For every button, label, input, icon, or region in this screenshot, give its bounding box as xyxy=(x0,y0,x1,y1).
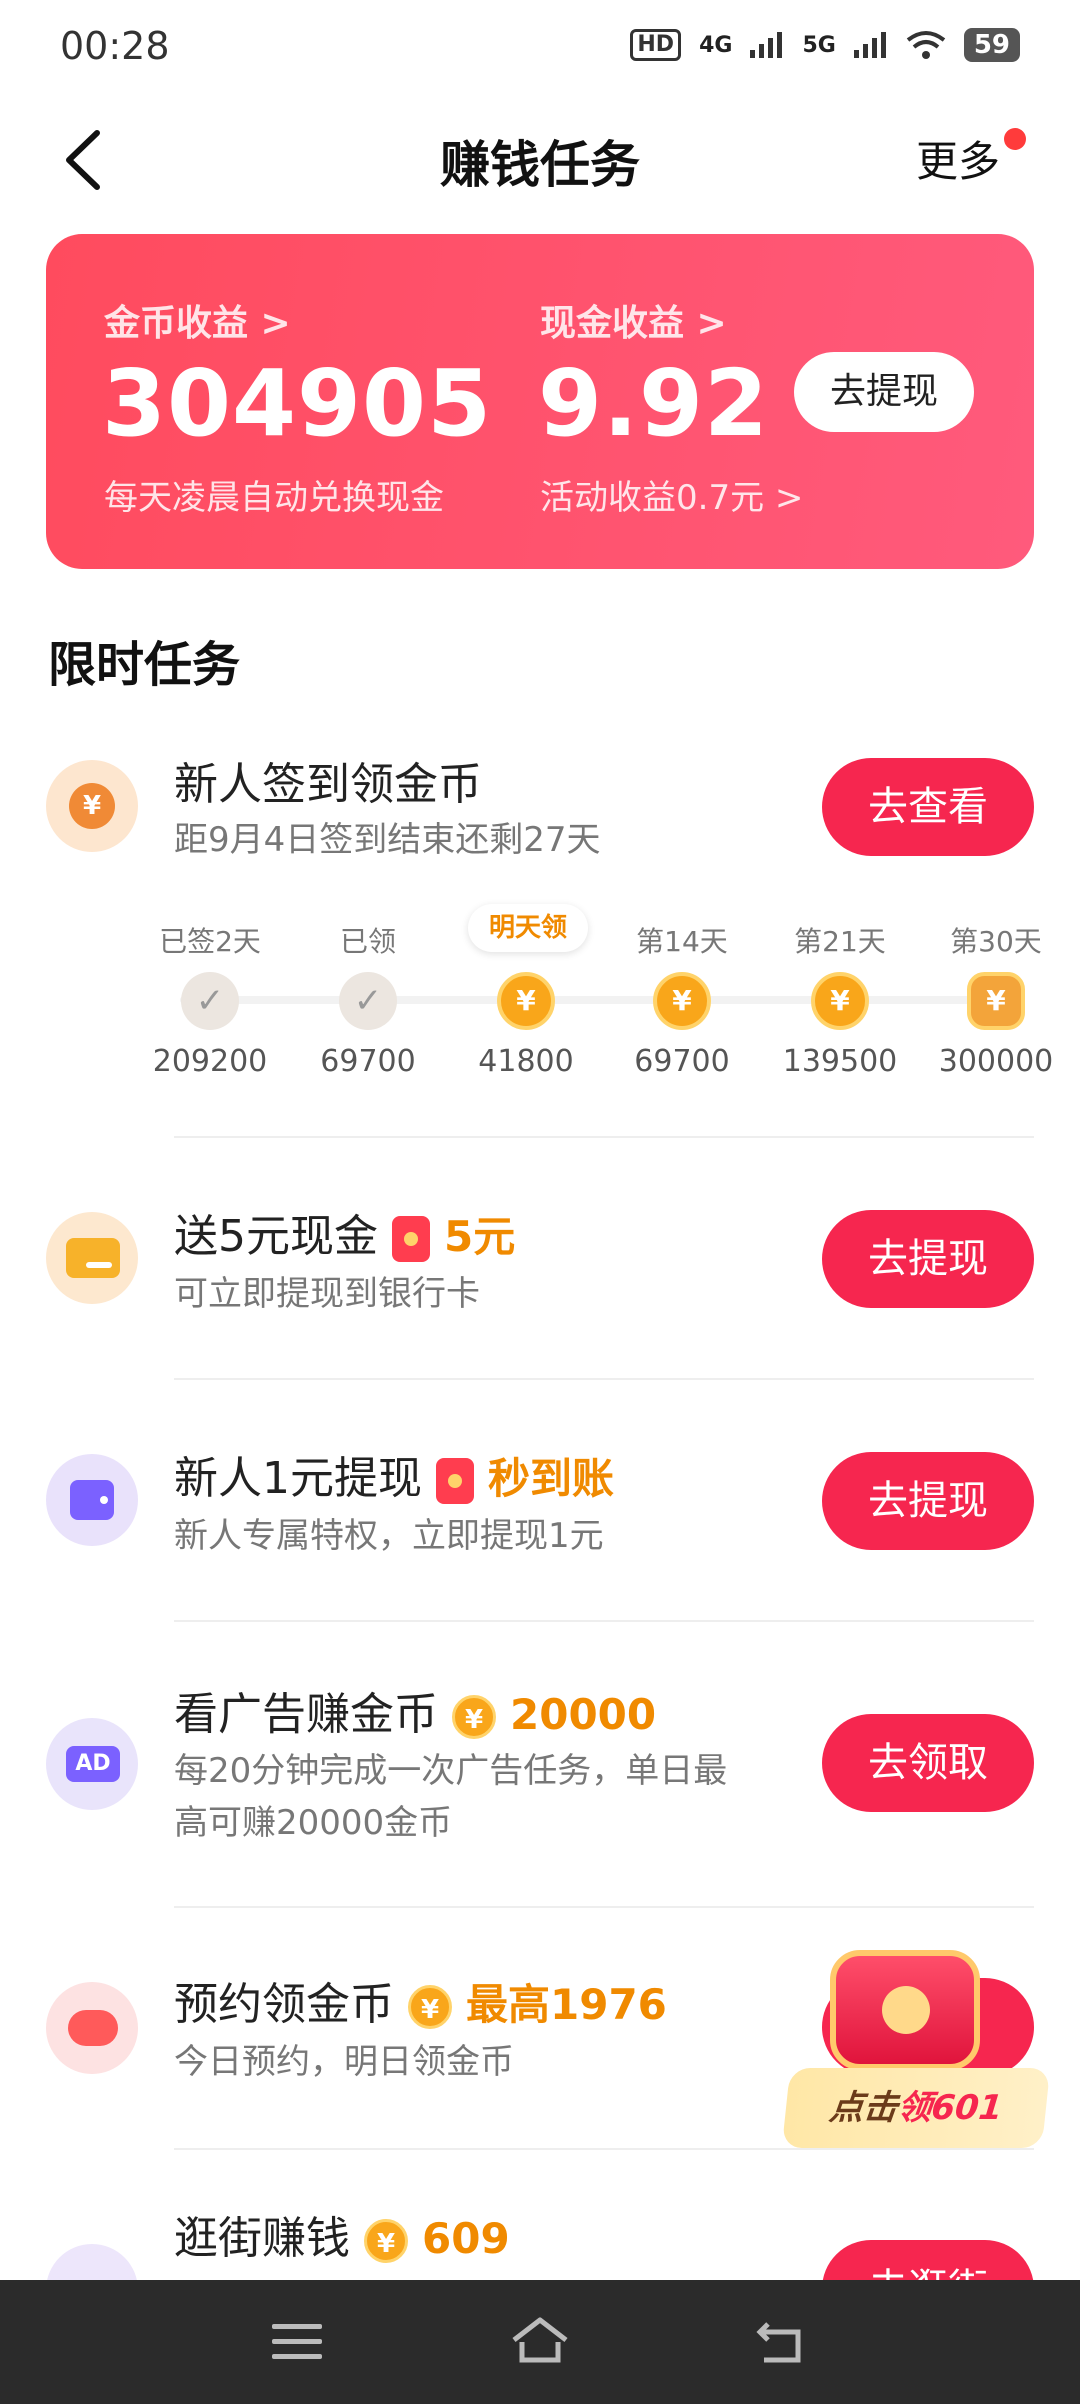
red-packet-icon xyxy=(392,1216,430,1262)
battery-icon: 59 xyxy=(963,28,1020,62)
divider xyxy=(174,1136,1034,1138)
coin-earnings-note: 每天凌晨自动兑换现金 xyxy=(104,478,444,518)
task-title: 逛街赚钱 ¥ 609 xyxy=(174,2213,510,2264)
more-button[interactable]: 更多 xyxy=(916,128,1000,189)
status-icons: HD 4G 5G 59 xyxy=(630,28,1020,62)
hd-icon: HD xyxy=(630,29,682,61)
signal-bars-icon-2 xyxy=(853,32,886,58)
task-title: 送5元现金 5元 xyxy=(174,1211,516,1262)
task-subtitle: 可立即提现到银行卡 xyxy=(174,1274,480,1314)
step-value: 69700 xyxy=(320,1044,416,1079)
back-nav-icon[interactable] xyxy=(754,2318,808,2366)
signin-title: 新人签到领金币 xyxy=(174,759,482,810)
earnings-card: 金币收益 > 304905 每天凌晨自动兑换现金 现金收益 > 9.92 活动收… xyxy=(46,234,1034,569)
treasure-chest-icon[interactable] xyxy=(820,1930,990,2080)
step-label xyxy=(446,920,606,960)
step-value: 209200 xyxy=(152,1044,268,1079)
signin-step: 第14天 ¥ 69700 xyxy=(602,920,762,1079)
home-icon[interactable] xyxy=(510,2316,570,2366)
coin-icon: ¥ xyxy=(653,972,711,1030)
check-icon: ✓ xyxy=(339,972,397,1030)
divider xyxy=(174,2148,1034,2150)
task-subtitle: 新人专属特权，立即提现1元 xyxy=(174,1516,604,1556)
coin-icon: ¥ xyxy=(811,972,869,1030)
claim-button[interactable]: 去领取 xyxy=(822,1714,1034,1812)
check-icon: ✓ xyxy=(181,972,239,1030)
status-bar: 00:28 HD 4G 5G 59 xyxy=(0,0,1080,96)
step-value: 139500 xyxy=(782,1044,898,1079)
menu-icon[interactable] xyxy=(272,2320,326,2364)
step-label: 第21天 xyxy=(794,925,886,958)
task-title: 新人1元提现 秒到账 xyxy=(174,1453,615,1504)
step-value: 300000 xyxy=(938,1044,1054,1079)
signin-view-button[interactable]: 去查看 xyxy=(822,758,1034,856)
activity-earnings-link[interactable]: 活动收益0.7元 > xyxy=(540,470,803,519)
system-nav-bar xyxy=(0,2280,1080,2404)
red-packet-icon xyxy=(436,1458,474,1504)
divider xyxy=(174,1620,1034,1622)
coin-earnings-value: 304905 xyxy=(102,350,493,457)
card-icon xyxy=(46,1212,138,1304)
coin-icon: ¥ xyxy=(452,1695,496,1739)
step-label: 第14天 xyxy=(636,925,728,958)
coin-earnings-link[interactable]: 金币收益 > xyxy=(104,294,291,346)
step-label: 已签2天 xyxy=(159,925,261,958)
divider xyxy=(174,1378,1034,1380)
signal-5g-icon: 5G xyxy=(802,32,836,58)
wifi-icon xyxy=(906,31,946,59)
ad-icon: AD xyxy=(46,1718,138,1810)
floating-reward-label[interactable]: 点击领601 xyxy=(781,2068,1051,2148)
step-value: 69700 xyxy=(634,1044,730,1079)
piggy-icon xyxy=(46,1982,138,2074)
step-label: 已领 xyxy=(339,925,396,958)
coin-stack-icon: ¥ xyxy=(967,972,1025,1030)
one-yuan-withdraw-button[interactable]: 去提现 xyxy=(822,1452,1034,1550)
signal-bars-icon xyxy=(750,32,783,58)
task-title: 看广告赚金币 ¥ 20000 xyxy=(174,1689,657,1740)
coin-icon: ¥ xyxy=(408,1985,452,2029)
step-label: 第30天 xyxy=(950,925,1042,958)
coin-task-icon: ¥ xyxy=(46,760,138,852)
notification-dot xyxy=(1004,128,1026,150)
cash-earnings-link[interactable]: 现金收益 > xyxy=(540,294,727,346)
coin-icon: ¥ xyxy=(497,972,555,1030)
signin-step: 第30天 ¥ 300000 xyxy=(916,920,1076,1079)
task-subtitle: 每20分钟完成一次广告任务，单日最 高可赚20000金币 xyxy=(174,1751,728,1843)
cash-earnings-value: 9.92 xyxy=(538,350,769,457)
task-subtitle: 今日预约，明日领金币 xyxy=(174,2042,514,2082)
section-title: 限时任务 xyxy=(48,637,241,693)
clock: 00:28 xyxy=(60,24,170,68)
signin-step: 已签2天 ✓ 209200 xyxy=(130,920,290,1079)
signin-step: 已领 ✓ 69700 xyxy=(288,920,448,1079)
signin-step: ¥ 41800 xyxy=(446,920,606,1079)
signin-subtitle: 距9月4日签到结束还剩27天 xyxy=(174,820,601,860)
step-value: 41800 xyxy=(478,1044,574,1079)
divider xyxy=(174,1906,1034,1908)
coin-icon: ¥ xyxy=(364,2219,408,2263)
signin-step: 第21天 ¥ 139500 xyxy=(760,920,920,1079)
withdraw-button[interactable]: 去提现 xyxy=(794,352,974,432)
signal-4g-icon: 4G xyxy=(699,32,733,58)
task-title: 预约领金币 ¥ 最高1976 xyxy=(174,1979,667,2030)
withdraw-task-button[interactable]: 去提现 xyxy=(822,1210,1034,1308)
wallet-icon xyxy=(46,1454,138,1546)
